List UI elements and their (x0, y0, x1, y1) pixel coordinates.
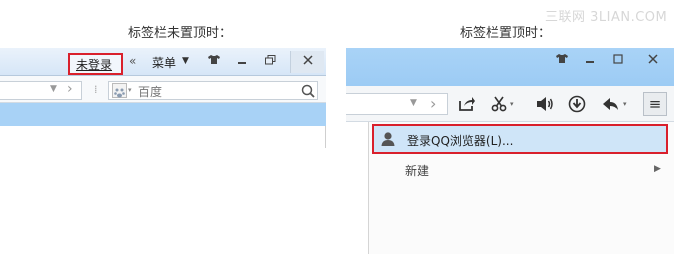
scissors-icon[interactable] (491, 96, 507, 116)
menu-item-new[interactable]: 新建 ▶ (372, 156, 668, 180)
address-bar[interactable]: ▼ › (0, 81, 82, 100)
drag-handle-icon[interactable]: ⁞ (94, 83, 98, 96)
chevron-down-icon: ▼ (182, 56, 189, 66)
tab-strip[interactable] (0, 103, 326, 126)
submenu-arrow-icon: ▶ (654, 164, 661, 174)
search-box[interactable]: ▾ 百度 (108, 81, 318, 100)
download-icon[interactable] (568, 95, 586, 117)
menu-button[interactable]: 菜单 ▼ (146, 53, 196, 72)
menu-label: 菜单 (152, 56, 177, 70)
scissors-dropdown-icon[interactable]: ▾ (510, 100, 514, 108)
restore-icon[interactable] (256, 51, 284, 73)
menu-icon[interactable]: ≡ (643, 92, 667, 116)
dropdown-arrow-icon[interactable]: ▼ (50, 84, 57, 94)
menu-item-new-label: 新建 (405, 164, 430, 178)
page-content (0, 126, 326, 148)
share-icon[interactable] (458, 96, 476, 116)
left-browser-window: 未登录 « 菜单 ▼ ▼ › ⁞ ▾ 百度 (0, 48, 326, 148)
menu-item-login[interactable]: 登录QQ浏览器(L)... (372, 124, 668, 154)
unlogged-button[interactable]: 未登录 (68, 53, 123, 75)
right-caption: 标签栏置顶时： (460, 26, 552, 41)
minimize-icon[interactable] (228, 51, 256, 73)
minimize-icon[interactable] (576, 50, 604, 72)
dropdown-arrow-icon[interactable]: ▼ (410, 98, 417, 108)
collapse-icon[interactable]: « (129, 54, 136, 68)
close-icon[interactable] (638, 50, 668, 72)
undo-dropdown-icon[interactable]: ▾ (623, 100, 627, 108)
menu-item-login-label: 登录QQ浏览器(L)... (407, 134, 514, 148)
forward-icon[interactable]: › (67, 81, 73, 97)
close-icon[interactable] (290, 51, 324, 73)
undo-icon[interactable] (602, 96, 620, 116)
user-icon (381, 131, 395, 151)
left-caption: 标签栏未置顶时： (128, 26, 233, 41)
restore-icon[interactable] (604, 50, 632, 72)
main-menu-dropdown: 登录QQ浏览器(L)... 新建 ▶ (368, 122, 674, 254)
title-bar: 未登录 « 菜单 ▼ (0, 48, 326, 76)
tab-strip-title-bar[interactable] (346, 48, 674, 86)
speaker-icon[interactable] (536, 96, 554, 116)
watermark: 三联网 3LIAN.COM (545, 10, 668, 25)
address-bar[interactable]: ▼ › (346, 93, 448, 115)
engine-dropdown-icon[interactable]: ▾ (128, 86, 132, 94)
right-browser-window: ▼ › ▾ ▾ ≡ 登录QQ浏览器(L)... 新建 ▶ (346, 48, 674, 254)
search-icon[interactable] (301, 83, 315, 102)
shirt-icon[interactable] (548, 50, 576, 72)
forward-icon[interactable]: › (430, 94, 436, 113)
shirt-icon[interactable] (200, 51, 228, 73)
unlogged-label: 未登录 (76, 58, 113, 72)
search-placeholder: 百度 (138, 85, 163, 99)
baidu-paw-icon[interactable] (112, 83, 127, 98)
